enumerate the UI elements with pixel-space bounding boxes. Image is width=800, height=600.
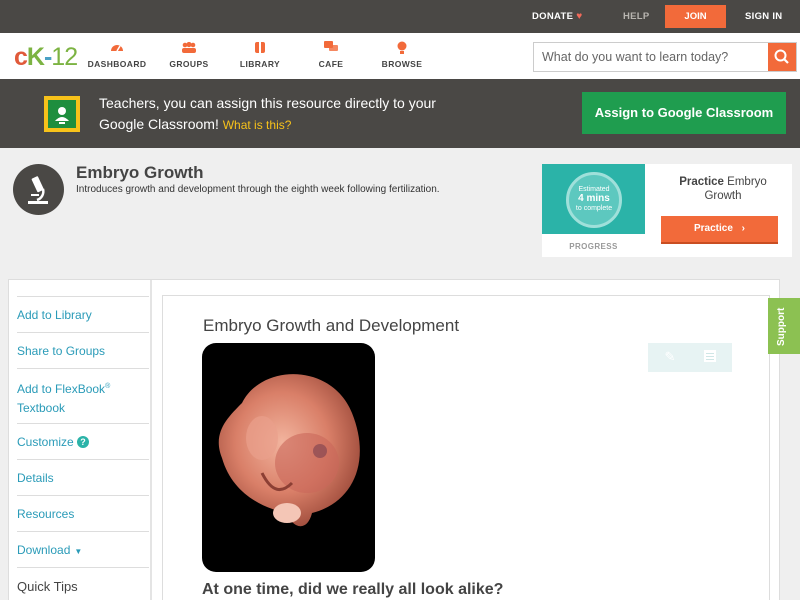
sidebar-divider [150,280,152,600]
assign-google-classroom-button[interactable]: Assign to Google Classroom [582,92,786,134]
microscope-icon [13,164,64,215]
nav-library[interactable]: LIBRARY [225,41,295,69]
pencil-icon[interactable]: ✎ [662,349,678,365]
practice-card: Estimated 4 mins to complete PROGRESS Pr… [542,164,792,257]
lesson-question: At one time, did we really all look alik… [202,581,504,598]
join-button[interactable]: JOIN [665,5,726,28]
help-link[interactable]: HELP [623,11,650,22]
practice-button[interactable]: Practice › [661,216,778,244]
what-is-this-link[interactable]: What is this? [223,118,292,132]
teacher-banner: Teachers, you can assign this resource d… [0,79,800,148]
estimate-bottom: to complete [575,205,613,212]
banner-message: Teachers, you can assign this resource d… [99,93,459,136]
nav-groups-label: GROUPS [169,59,209,69]
sidebar-item-details[interactable]: Details [17,459,149,495]
sidebar-item-quick-tips[interactable]: Quick Tips [17,567,149,600]
ck12-logo[interactable]: cK-12 [14,43,78,72]
page-title: Embryo Growth [76,163,204,182]
download-label: Download [17,543,71,557]
sidebar-item-add-to-library[interactable]: Add to Library [17,296,149,332]
main-nav: cK-12 DASHBOARD GROUPS LIBRARY CAFE BROW… [0,33,800,79]
donate-label: DONATE [532,11,574,22]
sidebar-item-customize[interactable]: Customize ? [17,423,149,459]
practice-title: Practice Embryo Growth [660,175,786,203]
sidebar-item-resources[interactable]: Resources [17,495,149,531]
nav-dashboard-label: DASHBOARD [87,59,147,69]
nav-browse[interactable]: BROWSE [367,41,437,69]
add-to-flexbook-label: Add to FlexBook [17,382,106,396]
heart-icon: ♥ [576,11,583,22]
notes-icon[interactable] [702,349,718,365]
content-heading: Embryo Growth and Development [203,316,460,335]
nav-dashboard[interactable]: DASHBOARD [82,41,152,69]
sidebar-item-add-to-flexbook[interactable]: Add to FlexBook® Textbook [17,368,149,423]
help-icon[interactable]: ? [77,436,90,448]
embryo-image [202,343,375,572]
estimate-badge: Estimated 4 mins to complete [566,172,622,228]
cafe-icon [296,41,366,55]
dashboard-icon [82,41,152,55]
page-description: Introduces growth and development throug… [76,184,440,195]
groups-icon [154,41,224,55]
library-icon [225,41,295,55]
sidebar-item-download[interactable]: Download ▼ [17,531,149,567]
search-box [533,42,797,72]
customize-label: Customize [17,435,74,449]
annotation-toolbar: ✎ [648,343,732,372]
registered-mark: ® [105,383,111,390]
nav-cafe-label: CAFE [318,59,344,69]
donate-link[interactable]: DONATE ♥ [532,11,582,22]
search-input[interactable] [534,43,770,71]
search-icon [774,49,789,64]
caret-down-icon: ▼ [74,547,83,556]
nav-library-label: LIBRARY [239,59,281,69]
textbook-label: Textbook [17,401,66,415]
estimate-time: 4 mins [578,193,610,204]
browse-icon [367,41,437,55]
search-button[interactable] [768,43,796,71]
progress-label: PROGRESS [569,242,618,251]
nav-groups[interactable]: GROUPS [154,41,224,69]
nav-cafe[interactable]: CAFE [296,41,366,69]
google-classroom-icon [44,96,80,132]
practice-title-bold: Practice [679,176,724,188]
sidebar: Add to Library Share to Groups Add to Fl… [17,296,149,600]
nav-browse-label: BROWSE [381,59,423,69]
sign-in-link[interactable]: SIGN IN [745,11,782,22]
content-card: Embryo Growth and Development ✎ At one t… [162,295,770,600]
chevron-right-icon: › [741,223,746,234]
progress-graphic: Estimated 4 mins to complete [542,164,645,234]
practice-button-label: Practice [693,223,733,234]
top-bar: DONATE ♥ HELP JOIN SIGN IN [0,0,800,33]
support-tab[interactable]: Support [768,298,800,354]
sidebar-item-share-to-groups[interactable]: Share to Groups [17,332,149,368]
support-label: Support [776,307,787,346]
main-panel: Add to Library Share to Groups Add to Fl… [8,279,780,600]
